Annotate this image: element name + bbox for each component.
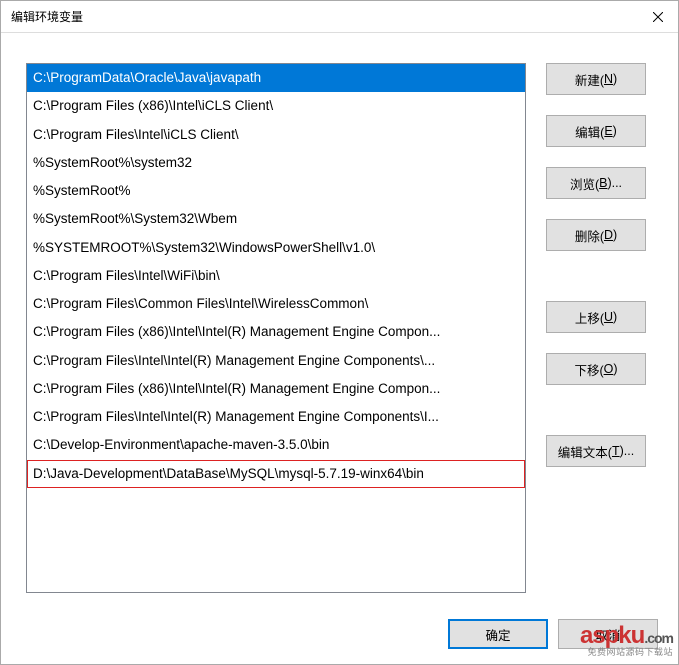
list-item[interactable]: C:\Develop-Environment\apache-maven-3.5.… bbox=[27, 431, 525, 459]
edit-text-button[interactable]: 编辑文本(T)... bbox=[546, 435, 646, 467]
footer: 确定 取消 bbox=[1, 619, 678, 664]
browse-button[interactable]: 浏览(B)... bbox=[546, 167, 646, 199]
edit-button[interactable]: 编辑(E) bbox=[546, 115, 646, 147]
list-item[interactable]: C:\Program Files (x86)\Intel\Intel(R) Ma… bbox=[27, 318, 525, 346]
list-item[interactable]: %SystemRoot%\system32 bbox=[27, 149, 525, 177]
spacer bbox=[546, 405, 646, 415]
new-button[interactable]: 新建(N) bbox=[546, 63, 646, 95]
delete-button[interactable]: 删除(D) bbox=[546, 219, 646, 251]
close-button[interactable] bbox=[638, 1, 678, 33]
list-item[interactable]: C:\Program Files\Intel\iCLS Client\ bbox=[27, 121, 525, 149]
list-item[interactable]: C:\Program Files (x86)\Intel\iCLS Client… bbox=[27, 92, 525, 120]
close-icon bbox=[653, 12, 663, 22]
content-area: C:\ProgramData\Oracle\Java\javapathC:\Pr… bbox=[1, 33, 678, 619]
dialog-window: 编辑环境变量 C:\ProgramData\Oracle\Java\javapa… bbox=[0, 0, 679, 665]
list-item[interactable]: C:\Program Files\Intel\Intel(R) Manageme… bbox=[27, 347, 525, 375]
list-item[interactable]: C:\Program Files\Intel\Intel(R) Manageme… bbox=[27, 403, 525, 431]
cancel-button[interactable]: 取消 bbox=[558, 619, 658, 649]
ok-button[interactable]: 确定 bbox=[448, 619, 548, 649]
path-list[interactable]: C:\ProgramData\Oracle\Java\javapathC:\Pr… bbox=[26, 63, 526, 593]
spacer bbox=[546, 271, 646, 281]
list-item[interactable]: %SYSTEMROOT%\System32\WindowsPowerShell\… bbox=[27, 234, 525, 262]
move-up-button[interactable]: 上移(U) bbox=[546, 301, 646, 333]
list-item[interactable]: %SystemRoot% bbox=[27, 177, 525, 205]
title-bar: 编辑环境变量 bbox=[1, 1, 678, 33]
list-item[interactable]: C:\Program Files (x86)\Intel\Intel(R) Ma… bbox=[27, 375, 525, 403]
window-title: 编辑环境变量 bbox=[11, 8, 638, 25]
button-column: 新建(N) 编辑(E) 浏览(B)... 删除(D) 上移(U) 下移(O) 编… bbox=[546, 63, 646, 604]
list-item[interactable]: C:\Program Files\Intel\WiFi\bin\ bbox=[27, 262, 525, 290]
list-item[interactable]: %SystemRoot%\System32\Wbem bbox=[27, 205, 525, 233]
list-item[interactable]: D:\Java-Development\DataBase\MySQL\mysql… bbox=[27, 460, 525, 488]
move-down-button[interactable]: 下移(O) bbox=[546, 353, 646, 385]
list-item[interactable]: C:\ProgramData\Oracle\Java\javapath bbox=[27, 64, 525, 92]
list-item[interactable]: C:\Program Files\Common Files\Intel\Wire… bbox=[27, 290, 525, 318]
